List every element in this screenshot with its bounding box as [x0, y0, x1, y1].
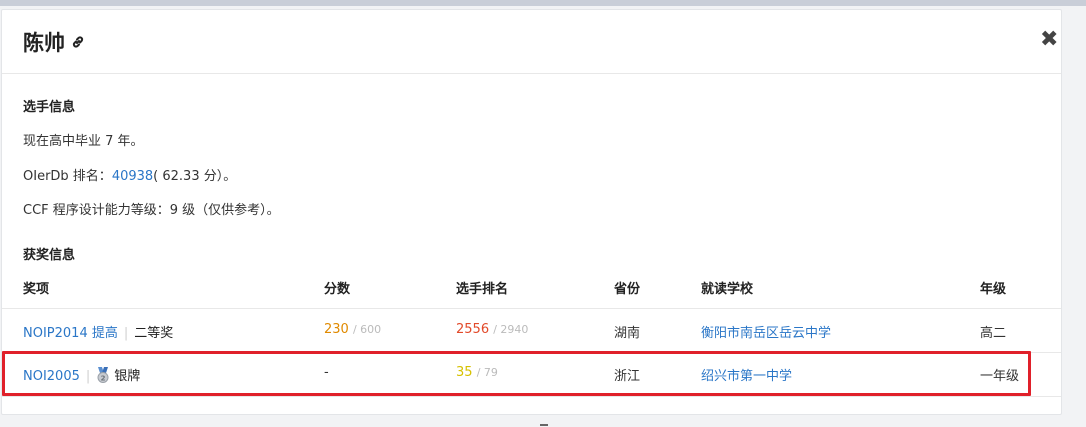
award-level: 二等奖	[134, 326, 174, 341]
awards-title: 获奖信息	[23, 248, 76, 263]
school-link[interactable]: 绍兴市第一中学	[701, 369, 792, 384]
award-level: 银牌	[114, 369, 141, 384]
rank-value: 2556	[456, 322, 490, 337]
header-separator	[2, 308, 1061, 309]
row-separator	[2, 352, 1061, 353]
province-cell: 浙江	[614, 369, 641, 384]
player-modal: 陈帅 ✖ 选手信息 现在高中毕业 7 年。 OIerDb 排名：40938( 6…	[1, 9, 1062, 415]
modal-header: 陈帅 ✖	[2, 10, 1061, 74]
rank-cell: 2556 / 2940	[456, 322, 528, 337]
cell-divider: |	[123, 326, 129, 341]
score-value: 230	[324, 322, 349, 337]
rank-value: 35	[456, 365, 473, 380]
rank-total: / 79	[476, 366, 498, 379]
row-separator	[2, 396, 1061, 397]
grade-cell: 高二	[980, 326, 1007, 341]
rank-link[interactable]: 40938	[112, 169, 153, 184]
cell-divider: |	[85, 369, 91, 384]
player-info-title: 选手信息	[23, 100, 76, 115]
player-name: 陈帅	[23, 31, 65, 55]
award-cell: NOIP2014 提高 | 二等奖	[23, 322, 173, 341]
rank-cell: 35 / 79	[456, 365, 498, 380]
graduation-text: 现在高中毕业 7 年。	[23, 134, 144, 149]
header-grade: 年级	[980, 282, 1007, 297]
header-province: 省份	[614, 282, 641, 297]
score-cell: -	[324, 365, 329, 380]
close-button[interactable]: ✖	[1040, 29, 1058, 51]
scroll-indicator	[540, 424, 548, 426]
header-rank: 选手排名	[456, 282, 509, 297]
contest-link[interactable]: NOI2005	[23, 369, 80, 384]
score-cell: 230 / 600	[324, 322, 381, 337]
score-total: / 600	[352, 323, 382, 336]
rank-suffix: ( 62.33 分）。	[153, 169, 237, 184]
school-link[interactable]: 衡阳市南岳区岳云中学	[701, 326, 831, 341]
ccf-level-text: CCF 程序设计能力等级：9 级（仅供参考）。	[23, 203, 280, 218]
contest-link[interactable]: NOIP2014 提高	[23, 326, 118, 341]
rank-prefix: OIerDb 排名：	[23, 169, 112, 184]
link-icon[interactable]	[71, 35, 85, 49]
silver-medal-icon: 2	[97, 367, 109, 383]
svg-text:2: 2	[101, 374, 106, 382]
grade-cell: 一年级	[980, 369, 1020, 384]
score-value: -	[324, 365, 329, 380]
header-school: 就读学校	[701, 282, 754, 297]
modal-title: 陈帅	[23, 27, 85, 57]
school-cell: 衡阳市南岳区岳云中学	[701, 322, 831, 341]
province-cell: 湖南	[614, 326, 641, 341]
top-bar	[0, 0, 1086, 6]
rank-total: / 2940	[493, 323, 529, 336]
oierdb-rank-line: OIerDb 排名：40938( 62.33 分）。	[23, 165, 236, 184]
header-score: 分数	[324, 282, 351, 297]
award-cell: NOI2005 | 2 银牌	[23, 365, 140, 384]
header-award: 奖项	[23, 282, 50, 297]
school-cell: 绍兴市第一中学	[701, 365, 792, 384]
